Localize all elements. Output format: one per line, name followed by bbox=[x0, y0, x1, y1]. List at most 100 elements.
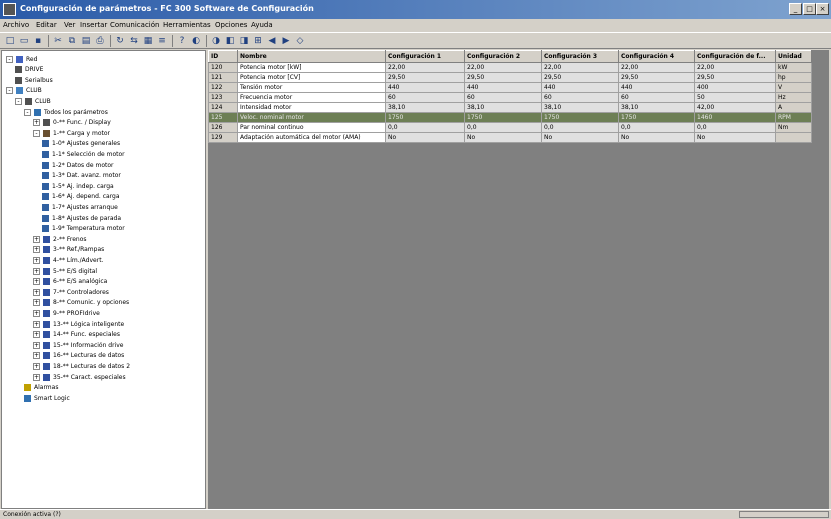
tree-node[interactable]: +6-** E/S analógica bbox=[33, 278, 107, 286]
table-cell[interactable]: 1750 bbox=[464, 112, 542, 123]
tree-node[interactable]: - Red bbox=[6, 55, 37, 63]
write-icon[interactable]: ⊞ bbox=[252, 35, 264, 47]
table-cell[interactable]: 60 bbox=[541, 92, 619, 103]
tree-node[interactable]: 1-9* Temperatura motor bbox=[42, 225, 125, 233]
tree-node[interactable]: Serialbus bbox=[15, 76, 53, 84]
collapse-icon[interactable]: - bbox=[6, 87, 13, 95]
menu-herramientas[interactable]: Herramientas bbox=[163, 21, 211, 29]
column-header[interactable]: Unidad bbox=[775, 50, 812, 63]
table-cell[interactable]: 22,00 bbox=[464, 62, 542, 73]
table-row[interactable]: 126 Par nominal continuo 0,0 0,0 0,0 0,0 0,0 Nm bbox=[208, 122, 812, 133]
table-cell[interactable]: 0,0 bbox=[464, 122, 542, 133]
table-cell[interactable]: 29,50 bbox=[541, 72, 619, 83]
table-cell[interactable]: 22,00 bbox=[541, 62, 619, 73]
paste-icon[interactable]: ▤ bbox=[80, 35, 92, 47]
tree-node[interactable]: +13-** Lógica inteligente bbox=[33, 320, 124, 328]
table-cell[interactable]: 60 bbox=[464, 92, 542, 103]
tree-node[interactable]: +14-** Func. especiales bbox=[33, 331, 120, 339]
expand-icon[interactable]: + bbox=[33, 119, 40, 127]
tree-node[interactable]: +8-** Comunic. y opciones bbox=[33, 299, 129, 307]
cut-icon[interactable]: ✂ bbox=[52, 35, 64, 47]
table-row[interactable]: 122 Tensión motor 440 440 440 440 400 V bbox=[208, 82, 812, 93]
table-cell[interactable]: 22,00 bbox=[618, 62, 695, 73]
table-cell[interactable]: 38,10 bbox=[464, 102, 542, 113]
expand-icon[interactable]: + bbox=[33, 256, 40, 264]
tree-node[interactable]: 1-1* Selección de motor bbox=[42, 150, 125, 158]
menu-ayuda[interactable]: Ayuda bbox=[251, 21, 273, 29]
table-cell[interactable]: 0,0 bbox=[541, 122, 619, 133]
tree-node[interactable]: +18-** Lecturas de datos 2 bbox=[33, 362, 130, 370]
table-cell[interactable]: 38,10 bbox=[541, 102, 619, 113]
expand-icon[interactable]: + bbox=[33, 362, 40, 370]
table-cell[interactable]: 29,50 bbox=[385, 72, 465, 83]
parameter-tree[interactable]: - Red DRIVE Serialbus - CLUB - CLUB - Todos los p… bbox=[1, 50, 206, 509]
tree-node[interactable]: +2-** Frenos bbox=[33, 235, 87, 243]
expand-icon[interactable]: + bbox=[33, 278, 40, 286]
collapse-icon[interactable]: - bbox=[6, 55, 13, 63]
table-cell[interactable]: No bbox=[541, 132, 619, 143]
expand-icon[interactable]: + bbox=[33, 299, 40, 307]
tree-node[interactable]: - CLUB bbox=[15, 97, 51, 105]
close-button[interactable]: × bbox=[816, 3, 829, 15]
tree-node[interactable]: 1-0* Ajustes generales bbox=[42, 140, 120, 148]
tree-node[interactable]: 1-5* Aj. indep. carga bbox=[42, 182, 114, 190]
table-row[interactable]: 120 Potencia motor [kW] 22,00 22,00 22,00 22,… bbox=[208, 62, 812, 73]
grid-icon[interactable]: ▦ bbox=[142, 35, 154, 47]
menu-archivo[interactable]: Archivo bbox=[3, 21, 29, 29]
maximize-button[interactable]: □ bbox=[803, 3, 816, 15]
help-icon[interactable]: ◐ bbox=[190, 35, 202, 47]
menu-editar[interactable]: Editar bbox=[36, 21, 57, 29]
table-row[interactable]: 123 Frecuencia motor 60 60 60 60 50 Hz bbox=[208, 92, 812, 103]
tree-node[interactable]: +4-** Lím./Advert. bbox=[33, 256, 103, 264]
expand-icon[interactable]: + bbox=[33, 235, 40, 243]
app-icon[interactable] bbox=[3, 3, 16, 16]
tree-node[interactable]: 1-2* Datos de motor bbox=[42, 161, 113, 169]
new-icon[interactable]: □ bbox=[4, 35, 16, 47]
expand-icon[interactable]: + bbox=[33, 341, 40, 349]
column-header[interactable]: Configuración 1 bbox=[385, 50, 465, 63]
table-cell[interactable]: 0,0 bbox=[618, 122, 695, 133]
menu-opciones[interactable]: Opciones bbox=[215, 21, 247, 29]
compare-icon[interactable]: ⇆ bbox=[128, 35, 140, 47]
tree-node[interactable]: 1-3* Dat. avanz. motor bbox=[42, 172, 121, 180]
table-cell[interactable]: 29,50 bbox=[618, 72, 695, 83]
column-header[interactable]: Configuración 3 bbox=[541, 50, 619, 63]
tree-node[interactable]: - CLUB bbox=[6, 87, 42, 95]
list-icon[interactable]: ≡ bbox=[156, 35, 168, 47]
save-icon[interactable]: ▪ bbox=[32, 35, 44, 47]
tree-node[interactable]: +0-** Func. / Display bbox=[33, 119, 111, 127]
table-cell[interactable]: 0,0 bbox=[385, 122, 465, 133]
table-cell[interactable]: 1750 bbox=[618, 112, 695, 123]
forward-icon[interactable]: ◇ bbox=[294, 35, 306, 47]
table-cell[interactable]: 38,10 bbox=[385, 102, 465, 113]
table-cell[interactable]: 440 bbox=[464, 82, 542, 93]
properties-icon[interactable]: ? bbox=[176, 35, 188, 47]
refresh-icon[interactable]: ↻ bbox=[114, 35, 126, 47]
tree-node[interactable]: - 1-** Carga y motor bbox=[33, 129, 110, 137]
tree-node[interactable]: +7-** Controladores bbox=[33, 288, 109, 296]
expand-icon[interactable]: + bbox=[33, 288, 40, 296]
expand-icon[interactable]: + bbox=[33, 309, 40, 317]
table-cell[interactable]: 38,10 bbox=[618, 102, 695, 113]
minimize-button[interactable]: _ bbox=[789, 3, 802, 15]
disconnect-icon[interactable]: ◧ bbox=[224, 35, 236, 47]
table-row[interactable]: 121 Potencia motor [CV] 29,50 29,50 29,50 29,… bbox=[208, 72, 812, 83]
tree-node[interactable]: 1-6* Aj. depend. carga bbox=[42, 193, 120, 201]
open-icon[interactable]: ▭ bbox=[18, 35, 30, 47]
collapse-icon[interactable]: - bbox=[15, 97, 22, 105]
table-cell[interactable]: No bbox=[618, 132, 695, 143]
column-header[interactable]: ID bbox=[208, 50, 238, 63]
table-cell[interactable]: 29,50 bbox=[464, 72, 542, 83]
network-icon[interactable]: ◀ bbox=[266, 35, 278, 47]
column-header[interactable]: Configuración de f... bbox=[694, 50, 776, 63]
table-cell[interactable]: 440 bbox=[385, 82, 465, 93]
table-cell[interactable]: 1750 bbox=[541, 112, 619, 123]
tree-node[interactable]: +16-** Lecturas de datos bbox=[33, 352, 124, 360]
tree-node[interactable]: - Todos los parámetros bbox=[24, 108, 108, 116]
table-cell[interactable]: 22,00 bbox=[385, 62, 465, 73]
tree-node[interactable]: 1-8* Ajustes de parada bbox=[42, 214, 121, 222]
table-cell[interactable]: 60 bbox=[385, 92, 465, 103]
table-cell[interactable]: 60 bbox=[618, 92, 695, 103]
menu-insertar[interactable]: Insertar bbox=[80, 21, 107, 29]
table-row[interactable]: 129 Adaptación automática del motor (AMA)… bbox=[208, 132, 812, 143]
